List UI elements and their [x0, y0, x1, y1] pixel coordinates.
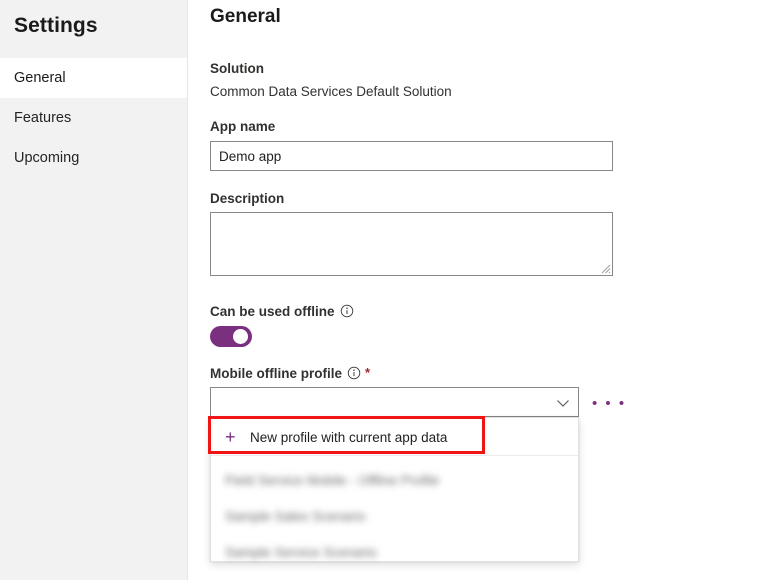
settings-sidebar: Settings General Features Upcoming — [0, 0, 188, 580]
sidebar-nav: General Features Upcoming — [0, 58, 187, 178]
resize-grip-icon — [599, 262, 611, 274]
description-textarea[interactable] — [210, 212, 613, 276]
sidebar-item-upcoming[interactable]: Upcoming — [0, 138, 187, 178]
sidebar-item-label: Features — [14, 110, 71, 126]
mobile-offline-profile-label-row: Mobile offline profile * — [210, 365, 370, 381]
offline-label-text: Can be used offline — [210, 304, 335, 319]
solution-value: Common Data Services Default Solution — [210, 84, 452, 99]
settings-window: Settings General Features Upcoming Gener… — [0, 0, 765, 580]
app-name-label: App name — [210, 119, 275, 134]
dropdown-item-option[interactable]: Sample Service Scenario — [211, 535, 578, 571]
chevron-down-icon[interactable] — [556, 397, 570, 409]
dropdown-item-new-profile[interactable]: + New profile with current app data — [211, 418, 578, 456]
offline-toggle[interactable] — [210, 326, 252, 347]
toggle-knob — [233, 329, 248, 344]
info-icon[interactable] — [347, 366, 361, 380]
offline-label-row: Can be used offline — [210, 304, 354, 319]
required-asterisk: * — [365, 365, 370, 380]
solution-label: Solution — [210, 61, 264, 76]
description-label: Description — [210, 191, 284, 206]
mobile-offline-profile-dropdown: + New profile with current app data Field… — [210, 417, 579, 562]
mobile-offline-profile-label-text: Mobile offline profile — [210, 366, 342, 381]
dropdown-item-option[interactable]: Sample Sales Scenario — [211, 499, 578, 535]
dropdown-item-option[interactable]: Field Service Mobile - Offline Profile — [211, 463, 578, 499]
info-icon[interactable] — [340, 304, 354, 318]
dropdown-item-label: New profile with current app data — [250, 430, 447, 445]
dropdown-item-label: Field Service Mobile - Offline Profile — [225, 473, 439, 488]
plus-icon: + — [225, 418, 241, 456]
page-title: General — [210, 6, 281, 28]
sidebar-item-general[interactable]: General — [0, 58, 187, 98]
sidebar-title: Settings — [0, 0, 187, 38]
sidebar-item-label: Upcoming — [14, 150, 79, 166]
sidebar-item-label: General — [14, 70, 66, 86]
more-options-button[interactable]: • • • — [592, 396, 626, 411]
sidebar-item-features[interactable]: Features — [0, 98, 187, 138]
dropdown-item-label: Sample Sales Scenario — [225, 509, 365, 524]
app-name-input[interactable] — [210, 141, 613, 171]
mobile-offline-profile-combobox[interactable] — [210, 387, 579, 417]
dropdown-item-label: Sample Service Scenario — [225, 545, 377, 560]
settings-content-pane: General Solution Common Data Services De… — [188, 0, 765, 580]
